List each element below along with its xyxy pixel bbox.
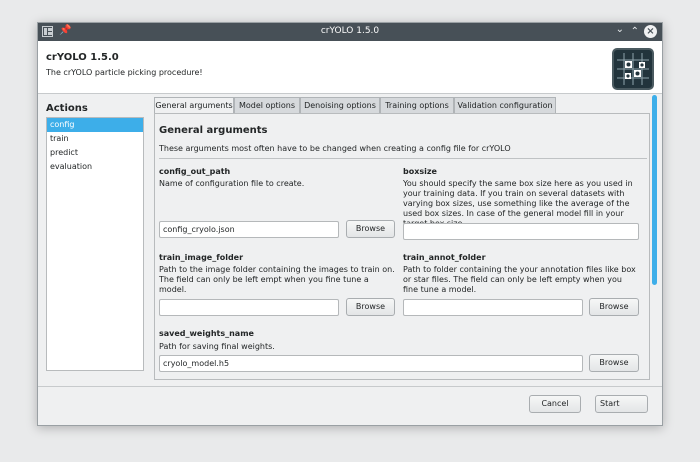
saved-weights-name-label: saved_weights_name bbox=[159, 329, 254, 338]
config-out-path-input[interactable]: config_cryolo.json bbox=[159, 221, 339, 238]
action-item-train[interactable]: train bbox=[47, 132, 143, 146]
title-bar[interactable]: 📌 crYOLO 1.5.0 ⌄ ⌃ × bbox=[38, 23, 662, 41]
boxsize-label: boxsize bbox=[403, 167, 437, 176]
train-image-folder-label: train_image_folder bbox=[159, 253, 244, 262]
saved-weights-name-desc: Path for saving final weights. bbox=[159, 342, 275, 351]
minimize-icon[interactable]: ⌄ bbox=[616, 24, 624, 35]
config-out-path-browse-button[interactable]: Browse bbox=[346, 220, 395, 238]
cryolo-logo-icon bbox=[612, 48, 654, 90]
action-item-evaluation[interactable]: evaluation bbox=[47, 160, 143, 174]
close-icon[interactable]: × bbox=[644, 25, 657, 38]
tab-validation-configuration[interactable]: Validation configuration bbox=[454, 97, 556, 113]
app-window: 📌 crYOLO 1.5.0 ⌄ ⌃ × crYOLO 1.5.0 The cr… bbox=[37, 22, 663, 426]
tab-model-options[interactable]: Model options bbox=[234, 97, 300, 113]
train-image-folder-browse-button[interactable]: Browse bbox=[346, 298, 395, 316]
tab-general-arguments[interactable]: General arguments bbox=[154, 97, 234, 114]
train-annot-folder-desc: Path to folder containing the your annot… bbox=[403, 265, 636, 294]
header-subtitle: The crYOLO particle picking procedure! bbox=[46, 68, 203, 77]
tab-training-options[interactable]: Training options bbox=[380, 97, 454, 113]
maximize-icon[interactable]: ⌃ bbox=[631, 26, 639, 37]
section-title: General arguments bbox=[159, 125, 268, 136]
window-title: crYOLO 1.5.0 bbox=[320, 26, 380, 36]
config-out-path-label: config_out_path bbox=[159, 167, 231, 176]
scrollbar-thumb[interactable] bbox=[652, 95, 657, 285]
action-item-predict[interactable]: predict bbox=[47, 146, 143, 160]
cancel-button[interactable]: Cancel bbox=[529, 395, 581, 413]
boxsize-input[interactable] bbox=[403, 223, 639, 240]
general-arguments-panel: General arguments These arguments most o… bbox=[154, 113, 650, 380]
footer-divider bbox=[38, 386, 662, 387]
train-annot-folder-browse-button[interactable]: Browse bbox=[589, 298, 639, 316]
section-divider bbox=[159, 158, 647, 159]
train-image-folder-input[interactable] bbox=[159, 299, 339, 316]
start-button[interactable]: Start bbox=[595, 395, 648, 413]
tab-denoising-options[interactable]: Denoising options bbox=[300, 97, 380, 113]
train-annot-folder-label: train_annot_folder bbox=[403, 253, 486, 262]
config-out-path-desc: Name of configuration file to create. bbox=[159, 179, 305, 188]
header-banner: crYOLO 1.5.0 The crYOLO particle picking… bbox=[38, 41, 662, 94]
train-image-folder-desc: Path to the image folder containing the … bbox=[159, 265, 395, 294]
action-item-config[interactable]: config bbox=[47, 118, 143, 132]
panel-scrollbar[interactable] bbox=[651, 95, 658, 380]
boxsize-desc: You should specify the same box size her… bbox=[403, 179, 633, 228]
saved-weights-name-input[interactable]: cryolo_model.h5 bbox=[159, 355, 583, 372]
section-description: These arguments most often have to be ch… bbox=[159, 144, 511, 153]
actions-heading: Actions bbox=[46, 103, 88, 114]
actions-list[interactable]: config train predict evaluation bbox=[46, 117, 144, 371]
train-annot-folder-input[interactable] bbox=[403, 299, 583, 316]
header-title: crYOLO 1.5.0 bbox=[46, 52, 119, 63]
saved-weights-name-browse-button[interactable]: Browse bbox=[589, 354, 639, 372]
